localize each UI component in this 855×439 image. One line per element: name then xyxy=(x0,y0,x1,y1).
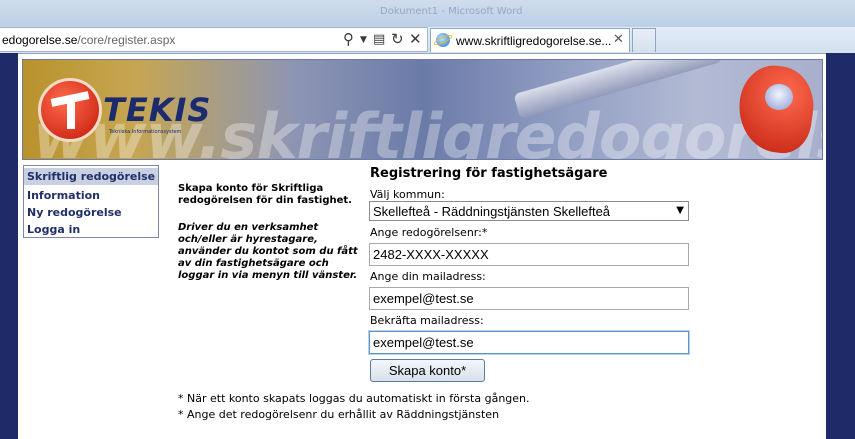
menu-item-ny-redogorelse[interactable]: Ny redogörelse xyxy=(24,204,158,221)
stop-icon[interactable]: ✕ xyxy=(409,30,422,48)
dropdown-icon[interactable]: ▼ xyxy=(360,35,367,45)
kommun-select[interactable]: Skellefteå - Räddningstjänsten Skellefte… xyxy=(369,201,689,221)
site-banner: www.skriftligredogorelse.se TEKIS Teknis… xyxy=(22,59,823,160)
page-frame-right xyxy=(826,53,855,439)
close-icon[interactable]: ✕ xyxy=(613,32,624,47)
search-icon[interactable]: ⚲ xyxy=(343,30,354,48)
address-url[interactable]: edogorelse.se/core/register.aspx xyxy=(2,33,175,47)
intro-text: Skapa konto för Skriftliga redogörelsen … xyxy=(178,183,352,206)
create-account-button[interactable]: Skapa konto* xyxy=(370,359,485,382)
window-titlebar: Dokument1 - Microsoft Word xyxy=(0,0,855,27)
redogorelsenr-input[interactable] xyxy=(369,243,689,266)
address-bar[interactable]: edogorelse.se/core/register.aspx ⚲ ▼ ▤ ↻… xyxy=(0,27,428,52)
footnote-redogorelsenr: * Ange det redogörelsenr du erhållit av … xyxy=(178,408,500,421)
confirm-email-label: Bekräfta mailadress: xyxy=(370,314,484,327)
redogorelsenr-label: Ange redogörelsenr:* xyxy=(370,226,488,239)
compat-view-icon[interactable]: ▤ xyxy=(373,32,385,47)
refresh-icon[interactable]: ↻ xyxy=(391,30,404,48)
browser-tab-active[interactable]: www.skriftligredogorelse.se... ✕ xyxy=(430,28,630,52)
tekis-logo-subtext: Tekniska Informationssystem xyxy=(109,129,182,135)
intro-note: Driver du en verksamhet och/eller är hyr… xyxy=(178,222,358,281)
email-input[interactable] xyxy=(369,287,689,310)
kommun-selected-value: Skellefteå - Räddningstjänsten Skellefte… xyxy=(373,204,611,219)
ie-icon xyxy=(436,33,450,47)
confirm-email-input[interactable] xyxy=(369,331,689,354)
chevron-down-icon[interactable]: ▼ xyxy=(676,205,684,216)
side-menu: Skriftlig redogörelse Information Ny red… xyxy=(23,165,159,238)
menu-item-logga-in[interactable]: Logga in xyxy=(24,221,158,238)
background-window-title: Dokument1 - Microsoft Word xyxy=(380,6,523,17)
tekis-logo-icon xyxy=(38,78,102,142)
menu-item-skriftlig-redogorelse[interactable]: Skriftlig redogörelse xyxy=(24,168,158,185)
address-path: /core/register.aspx xyxy=(77,33,176,47)
mascot-eye xyxy=(765,84,793,110)
menu-item-information[interactable]: Information xyxy=(24,187,158,204)
footnote-auto-login: * När ett konto skapats loggas du automa… xyxy=(178,392,530,405)
kommun-label: Välj kommun: xyxy=(370,188,445,201)
tekis-logo-text: TEKIS xyxy=(103,91,212,129)
form-title: Registrering för fastighetsägare xyxy=(370,166,608,181)
new-tab-button[interactable] xyxy=(632,28,656,52)
page-frame-left xyxy=(0,53,18,439)
browser-toolbar: edogorelse.se/core/register.aspx ⚲ ▼ ▤ ↻… xyxy=(0,27,855,54)
email-label: Ange din mailadress: xyxy=(370,270,486,283)
tab-title: www.skriftligredogorelse.se... xyxy=(456,34,612,48)
address-domain: edogorelse.se xyxy=(2,33,78,47)
